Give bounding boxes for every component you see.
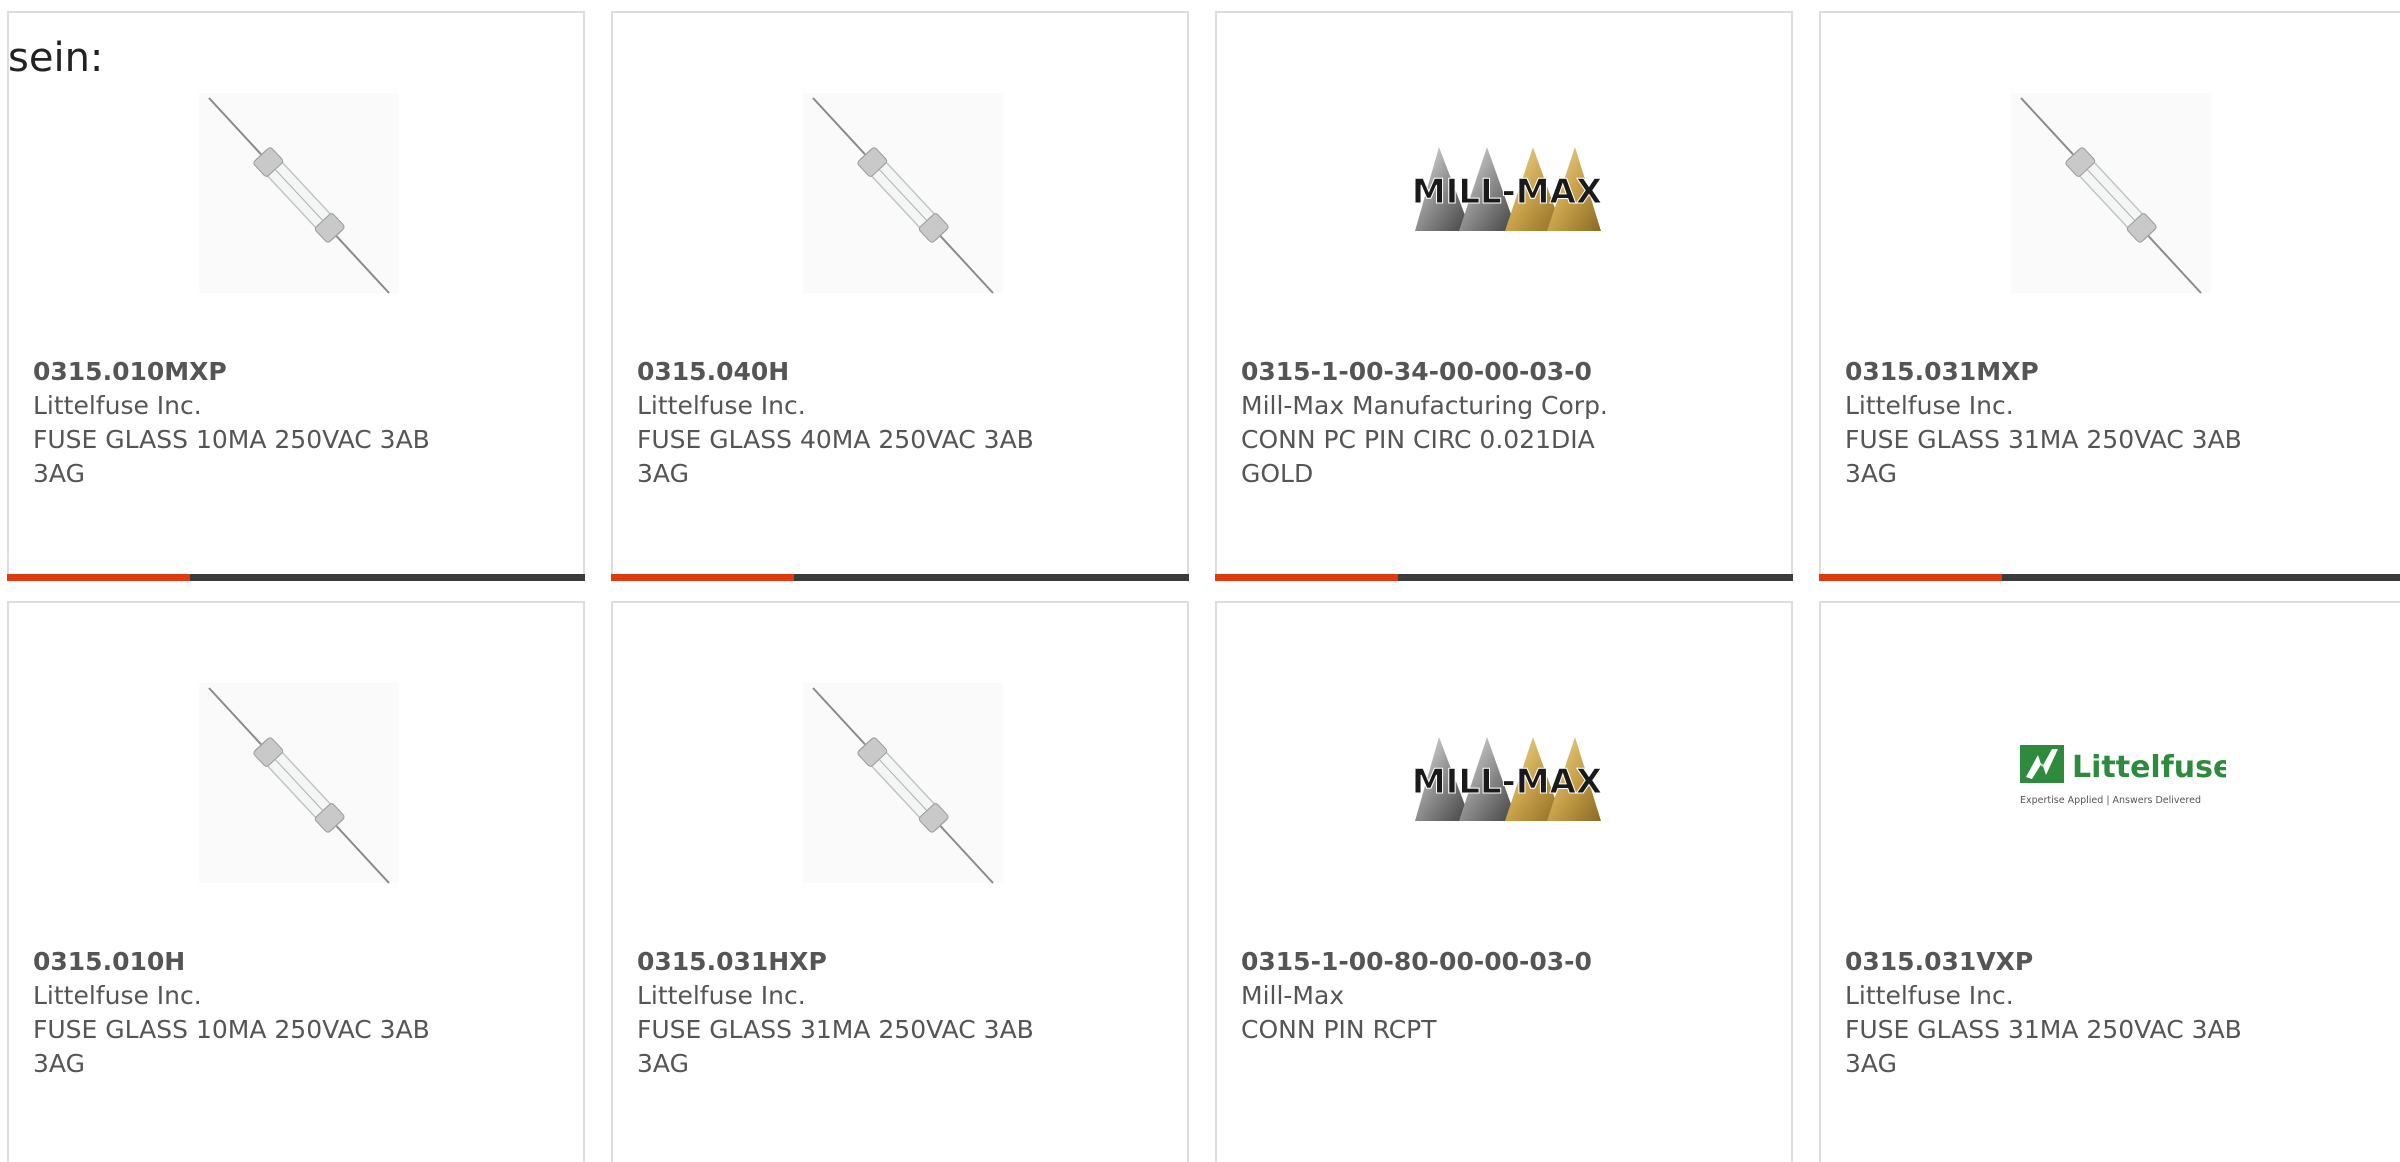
description: CONN PIN RCPT <box>1241 1015 1437 1044</box>
card-accent-highlight <box>1819 574 2002 581</box>
card-accent-bar <box>1819 574 2400 581</box>
littelfuse-logo-text: Littelfuse <box>2072 750 2226 785</box>
product-card[interactable]: 0315.010H Littelfuse Inc. FUSE GLASS 10M… <box>7 601 585 1162</box>
product-info: 0315.040H Littelfuse Inc. FUSE GLASS 40M… <box>637 355 1067 491</box>
part-number[interactable]: 0315-1-00-34-00-00-03-0 <box>1241 355 1671 389</box>
product-info: 0315.010H Littelfuse Inc. FUSE GLASS 10M… <box>33 945 463 1081</box>
product-info: 0315.010MXP Littelfuse Inc. FUSE GLASS 1… <box>33 355 463 491</box>
manufacturer: Littelfuse Inc. <box>637 981 806 1010</box>
product-card[interactable]: 0315.031MXP Littelfuse Inc. FUSE GLASS 3… <box>1819 11 2400 581</box>
manufacturer: Littelfuse Inc. <box>637 391 806 420</box>
product-info: 0315.031VXP Littelfuse Inc. FUSE GLASS 3… <box>1845 945 2275 1081</box>
card-accent-highlight <box>7 574 190 581</box>
card-accent-highlight <box>611 574 794 581</box>
description: FUSE GLASS 31MA 250VAC 3AB 3AG <box>1845 425 2242 488</box>
mill-max-logo-text: MILL-MAX <box>1412 762 1602 802</box>
manufacturer: Littelfuse Inc. <box>1845 391 2014 420</box>
product-info: 0315-1-00-80-00-00-03-0 Mill-Max CONN PI… <box>1241 945 1671 1047</box>
manufacturer: Littelfuse Inc. <box>33 391 202 420</box>
mill-max-logo: MILL-MAX <box>1411 737 1603 821</box>
part-number[interactable]: 0315.040H <box>637 355 1067 389</box>
description: FUSE GLASS 10MA 250VAC 3AB 3AG <box>33 1015 430 1078</box>
manufacturer: Littelfuse Inc. <box>33 981 202 1010</box>
part-number[interactable]: 0315.010H <box>33 945 463 979</box>
product-info: 0315.031HXP Littelfuse Inc. FUSE GLASS 3… <box>637 945 1067 1081</box>
mill-max-logo: MILL-MAX <box>1411 147 1603 231</box>
product-card[interactable]: 0315.031HXP Littelfuse Inc. FUSE GLASS 3… <box>611 601 1189 1162</box>
product-grid-page: sein: 0315.010MXP Littelfuse Inc. FUSE G… <box>0 0 2400 1162</box>
glass-fuse-image <box>199 683 399 884</box>
product-info: 0315-1-00-34-00-00-03-0 Mill-Max Manufac… <box>1241 355 1671 491</box>
part-number[interactable]: 0315.010MXP <box>33 355 463 389</box>
manufacturer: Mill-Max <box>1241 981 1345 1010</box>
manufacturer: Littelfuse Inc. <box>1845 981 2014 1010</box>
part-number[interactable]: 0315.031VXP <box>1845 945 2275 979</box>
section-heading: sein: <box>8 35 104 81</box>
description: FUSE GLASS 10MA 250VAC 3AB 3AG <box>33 425 430 488</box>
card-accent-bar <box>611 574 1189 581</box>
littelfuse-logo: Littelfuse Expertise Applied | Answers D… <box>2020 745 2226 806</box>
product-card[interactable]: 0315.010MXP Littelfuse Inc. FUSE GLASS 1… <box>7 11 585 581</box>
description: FUSE GLASS 31MA 250VAC 3AB 3AG <box>1845 1015 2242 1078</box>
glass-fuse-image <box>199 93 399 294</box>
product-card[interactable]: Littelfuse Expertise Applied | Answers D… <box>1819 601 2400 1162</box>
manufacturer: Mill-Max Manufacturing Corp. <box>1241 391 1608 420</box>
description: FUSE GLASS 40MA 250VAC 3AB 3AG <box>637 425 1034 488</box>
card-accent-bar <box>7 574 585 581</box>
littelfuse-tagline: Expertise Applied | Answers Delivered <box>2020 795 2201 806</box>
part-number[interactable]: 0315-1-00-80-00-00-03-0 <box>1241 945 1671 979</box>
part-number[interactable]: 0315.031MXP <box>1845 355 2275 389</box>
mill-max-logo-text: MILL-MAX <box>1412 172 1602 212</box>
card-accent-highlight <box>1215 574 1398 581</box>
description: FUSE GLASS 31MA 250VAC 3AB 3AG <box>637 1015 1034 1078</box>
product-card[interactable]: MILL-MAX 0315-1-00-80-00-00-03-0 Mill-Ma… <box>1215 601 1793 1162</box>
card-accent-bar <box>1215 574 1793 581</box>
description: CONN PC PIN CIRC 0.021DIA GOLD <box>1241 425 1595 488</box>
part-number[interactable]: 0315.031HXP <box>637 945 1067 979</box>
glass-fuse-image <box>803 683 1003 884</box>
product-card[interactable]: 0315.040H Littelfuse Inc. FUSE GLASS 40M… <box>611 11 1189 581</box>
product-info: 0315.031MXP Littelfuse Inc. FUSE GLASS 3… <box>1845 355 2275 491</box>
product-card[interactable]: MILL-MAX 0315-1-00-34-00-00-03-0 Mill-Ma… <box>1215 11 1793 581</box>
glass-fuse-image <box>2011 93 2211 294</box>
glass-fuse-image <box>803 93 1003 294</box>
